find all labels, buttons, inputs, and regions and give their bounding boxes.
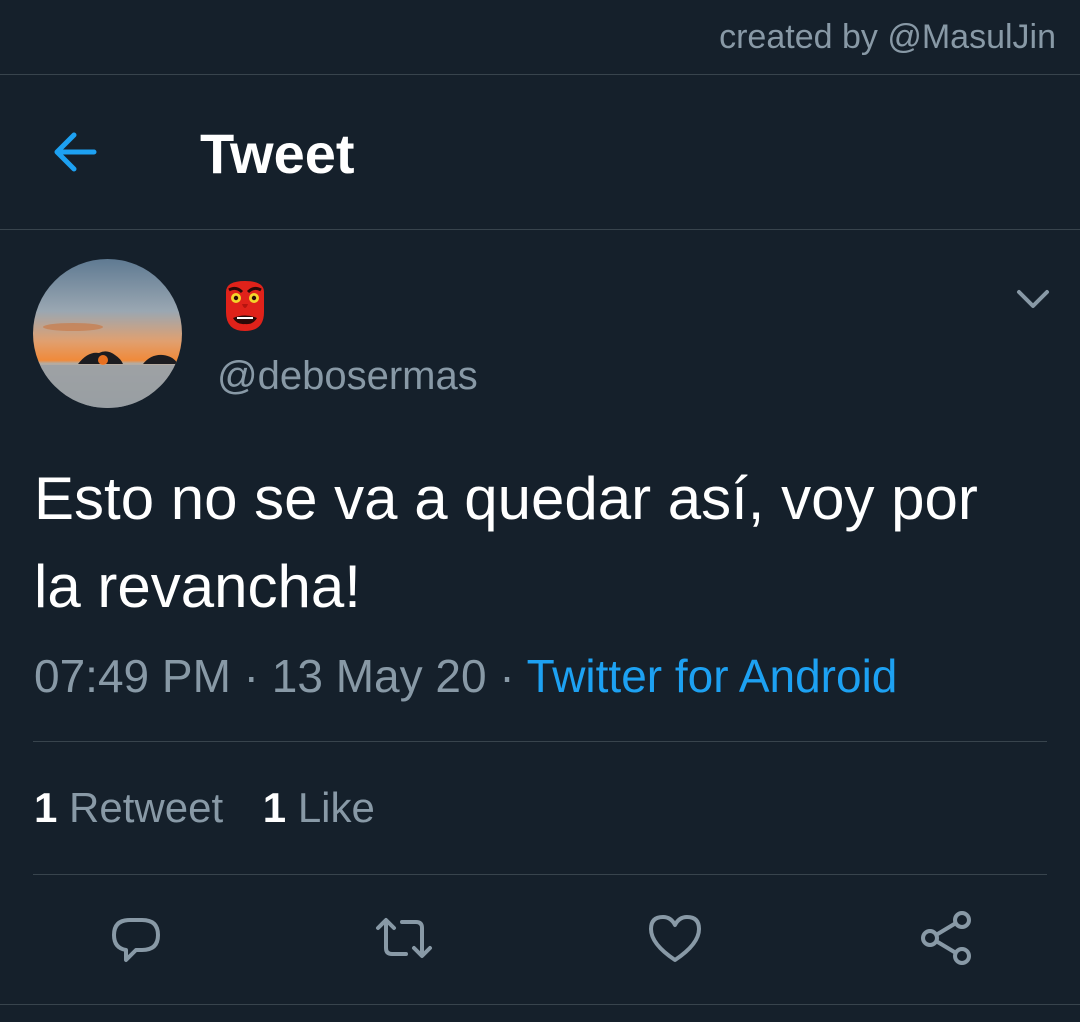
header: Tweet — [0, 75, 1080, 230]
divider — [33, 741, 1047, 742]
sunset-avatar-image — [33, 259, 182, 408]
tweet-text: Esto no se va a quedar así, voy por la r… — [34, 465, 978, 620]
tengu-mask-emoji-icon — [226, 281, 264, 331]
share-icon — [921, 911, 971, 965]
share-button[interactable] — [916, 908, 976, 968]
meta-separator: · — [230, 650, 272, 702]
user-handle[interactable]: @debosermas — [217, 354, 478, 399]
likes-stat[interactable]: 1 Like — [263, 784, 375, 832]
like-count: 1 — [262, 784, 287, 831]
tweet-time: 07:49 PM — [34, 650, 231, 702]
back-button[interactable] — [48, 127, 106, 177]
credit-text: created by @MasulJin — [719, 18, 1056, 56]
retweet-button[interactable] — [374, 908, 434, 968]
avatar[interactable] — [33, 259, 182, 408]
tweet-date: 13 May 20 — [271, 650, 487, 702]
tweet-source-link[interactable]: Twitter for Android — [527, 650, 898, 702]
heart-icon — [649, 915, 701, 962]
divider — [33, 874, 1047, 875]
retweet-icon — [376, 918, 432, 958]
meta-separator: · — [486, 650, 527, 702]
like-label: Like — [297, 784, 375, 831]
page-title: Tweet — [200, 122, 355, 185]
like-button[interactable] — [645, 908, 705, 968]
chevron-down-icon — [1017, 290, 1049, 308]
tweet-stats: 1 Retweet 1 Like — [34, 784, 375, 832]
tweet-menu-button[interactable] — [1014, 284, 1052, 314]
reply-button[interactable] — [106, 908, 166, 968]
bottom-divider — [0, 1004, 1080, 1005]
tweet-meta: 07:49 PM · 13 May 20 · Twitter for Andro… — [34, 649, 897, 703]
credit-bar: created by @MasulJin — [0, 0, 1080, 75]
retweets-stat[interactable]: 1 Retweet — [34, 784, 223, 832]
display-name-emoji[interactable] — [220, 278, 270, 334]
reply-icon — [112, 918, 160, 962]
retweet-count: 1 — [34, 784, 58, 831]
arrow-left-icon — [54, 132, 97, 172]
retweet-label: Retweet — [69, 784, 224, 831]
